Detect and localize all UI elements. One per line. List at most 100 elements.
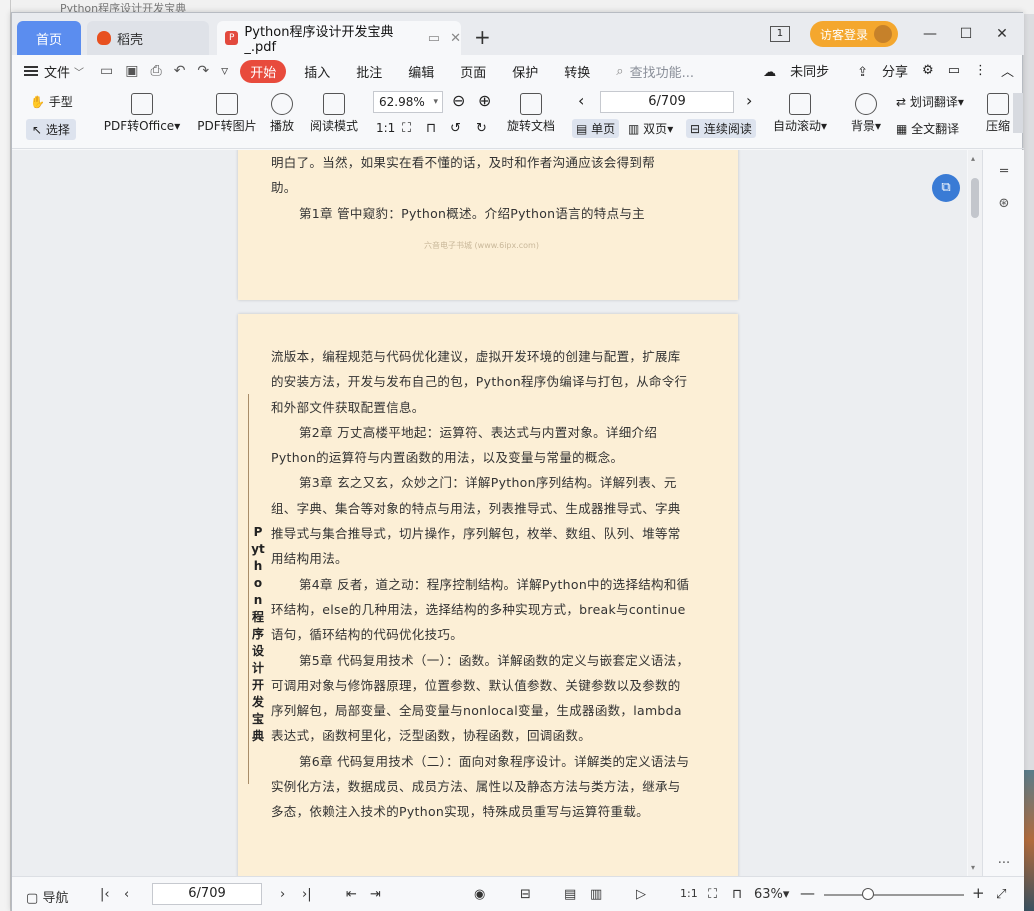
minimize-icon[interactable]: —: [916, 26, 944, 42]
desktop-left-strip: [0, 0, 11, 911]
sync-label: 未同步: [790, 65, 830, 80]
sync-button[interactable]: ☁ 未同步: [749, 61, 829, 80]
collapse-ribbon-icon[interactable]: ︿: [1001, 61, 1014, 80]
menu-insert[interactable]: 插入: [304, 62, 330, 81]
single-page-mode-icon[interactable]: ▤: [564, 887, 576, 902]
prev-page-icon[interactable]: ‹: [124, 887, 129, 902]
close-window-icon[interactable]: ✕: [988, 26, 1016, 42]
menu-edit[interactable]: 编辑: [408, 62, 434, 81]
navigation-label: 导航: [42, 891, 69, 906]
share-button[interactable]: ⇪ 分享: [843, 61, 908, 80]
fit-width-icon[interactable]: ⊓: [732, 887, 742, 902]
double-page-button[interactable]: ▥ 双页▾: [628, 120, 673, 137]
save-icon[interactable]: ▣: [125, 63, 138, 79]
rotate-left-icon[interactable]: ↺: [450, 121, 461, 136]
menu-convert[interactable]: 转换: [564, 62, 590, 81]
read-mode-button[interactable]: 阅读模式: [308, 93, 360, 134]
navigation-button[interactable]: ▢ 导航: [26, 887, 68, 906]
fit-page-icon[interactable]: ⛶: [708, 887, 717, 902]
fit-page-icon[interactable]: ⛶: [402, 121, 411, 136]
eye-protect-icon[interactable]: ◉: [474, 887, 485, 902]
tab-home[interactable]: 首页: [17, 21, 81, 55]
tab-close-icon[interactable]: ✕: [450, 31, 461, 46]
print-icon[interactable]: ⎙: [150, 63, 161, 79]
hand-tool-button[interactable]: ✋ 手型: [30, 93, 73, 110]
scroll-down-icon[interactable]: ▾: [971, 863, 975, 872]
single-page-button[interactable]: ▤ 单页: [572, 119, 620, 138]
pdf-to-image-label: PDF转图片: [197, 119, 257, 133]
search-icon: ⌕: [616, 63, 624, 79]
tab-daoke[interactable]: 稻壳: [87, 21, 209, 55]
float-tool-icon[interactable]: ⧉: [932, 174, 960, 202]
zoom-out-icon[interactable]: —: [800, 884, 815, 902]
double-page-mode-icon[interactable]: ▥: [590, 887, 602, 902]
zoom-slider[interactable]: [824, 894, 964, 896]
vertical-scrollbar[interactable]: ▴ ▾: [968, 150, 982, 876]
first-page-icon[interactable]: |‹: [100, 887, 110, 902]
compress-button[interactable]: 压缩: [984, 93, 1012, 134]
redo-icon[interactable]: ↷: [197, 63, 209, 79]
open-folder-icon[interactable]: ▭: [100, 63, 113, 79]
tab-float-icon[interactable]: ▭: [428, 31, 440, 46]
zoom-select[interactable]: 62.98% ▾: [373, 91, 443, 113]
menu-protect[interactable]: 保护: [512, 62, 538, 81]
zoom-out-icon[interactable]: ⊖: [452, 91, 465, 110]
zoom-in-icon[interactable]: ⊕: [478, 91, 491, 110]
scroll-up-icon[interactable]: ▴: [971, 154, 975, 163]
word-translate-label: 划词翻译: [909, 95, 958, 109]
last-page-icon[interactable]: ›|: [302, 887, 312, 902]
file-menu[interactable]: 文件 ﹀: [24, 62, 84, 81]
menu-annotate[interactable]: 批注: [356, 62, 382, 81]
tab-document[interactable]: P Python程序设计开发宝典_.pdf ▭ ✕: [217, 21, 461, 55]
status-page-input[interactable]: 6/709: [152, 883, 262, 905]
word-translate-button[interactable]: ⇄ 划词翻译▾: [896, 93, 964, 110]
menu-page[interactable]: 页面: [460, 62, 486, 81]
full-translate-button[interactable]: ▦ 全文翻译: [896, 120, 959, 137]
new-tab-button[interactable]: +: [474, 25, 491, 49]
pdf-to-office-button[interactable]: PDF转Office▾: [102, 93, 182, 134]
rotate-document-button[interactable]: 旋转文档: [506, 93, 556, 134]
fit-width-icon[interactable]: ⊓: [426, 121, 436, 136]
maximize-icon[interactable]: ☐: [952, 26, 980, 42]
forward-icon[interactable]: ⇥: [370, 887, 381, 902]
actual-size-icon[interactable]: 1:1: [376, 121, 395, 135]
play-icon[interactable]: ▷: [636, 887, 646, 902]
play-label: 播放: [269, 119, 294, 133]
document-view[interactable]: 明白了。当然，如果实在看不懂的话，及时和作者沟通应该会得到帮 助。 第1章 管中…: [12, 150, 967, 876]
more-icon[interactable]: ⋮: [974, 63, 987, 78]
zoom-in-icon[interactable]: +: [972, 884, 985, 902]
search-function-input[interactable]: 查找功能...: [630, 62, 694, 81]
undo-icon[interactable]: ↶: [174, 63, 186, 79]
visitor-login-button[interactable]: 访客登录: [809, 21, 898, 47]
auto-scroll-button[interactable]: 自动滚动▾: [770, 93, 830, 134]
back-icon[interactable]: ⇤: [346, 887, 357, 902]
more-options-icon[interactable]: ···: [995, 856, 1013, 871]
fullscreen-icon[interactable]: ⤢: [996, 887, 1006, 902]
ribbon-scroll-right[interactable]: [1013, 93, 1023, 133]
select-tool-button[interactable]: ↖ 选择: [26, 119, 76, 140]
scrollbar-thumb[interactable]: [971, 178, 979, 218]
comment-icon[interactable]: ▭: [948, 63, 960, 78]
menu-start[interactable]: 开始: [240, 59, 287, 83]
rotate-right-icon[interactable]: ↻: [476, 121, 487, 136]
background-button[interactable]: 背景▾: [848, 93, 884, 134]
next-page-icon[interactable]: ›: [746, 91, 752, 110]
window-count-icon[interactable]: 1: [769, 26, 790, 42]
page-number-input[interactable]: 6/709: [600, 91, 734, 113]
next-page-icon[interactable]: ›: [280, 887, 285, 902]
chevron-down-icon: ▾: [433, 97, 438, 107]
find-icon[interactable]: ⊛: [995, 196, 1013, 211]
menu-bar: 文件 ﹀ ▭ ▣ ⎙ ↶ ↷ ▿ 开始 插入 批注 编辑 页面 保护 转换 ⌕ …: [12, 55, 1024, 87]
prev-page-icon[interactable]: ‹: [578, 91, 584, 110]
settings-icon[interactable]: ⚙: [922, 63, 934, 78]
continuous-mode-icon[interactable]: ⊟: [520, 887, 531, 902]
pdf-to-image-button[interactable]: PDF转图片: [196, 93, 258, 134]
rotate-document-label: 旋转文档: [506, 119, 555, 133]
play-button[interactable]: 播放: [268, 93, 296, 134]
continuous-read-button[interactable]: ⊟ 连续阅读: [686, 119, 756, 138]
quick-access-dropdown-icon[interactable]: ▿: [221, 63, 228, 79]
translate-icon: ⇄: [896, 95, 907, 109]
zoom-percent-select[interactable]: 63%▾: [754, 887, 789, 902]
actual-size-icon[interactable]: 1:1: [680, 887, 698, 900]
zoom-slider-handle[interactable]: [862, 888, 874, 900]
